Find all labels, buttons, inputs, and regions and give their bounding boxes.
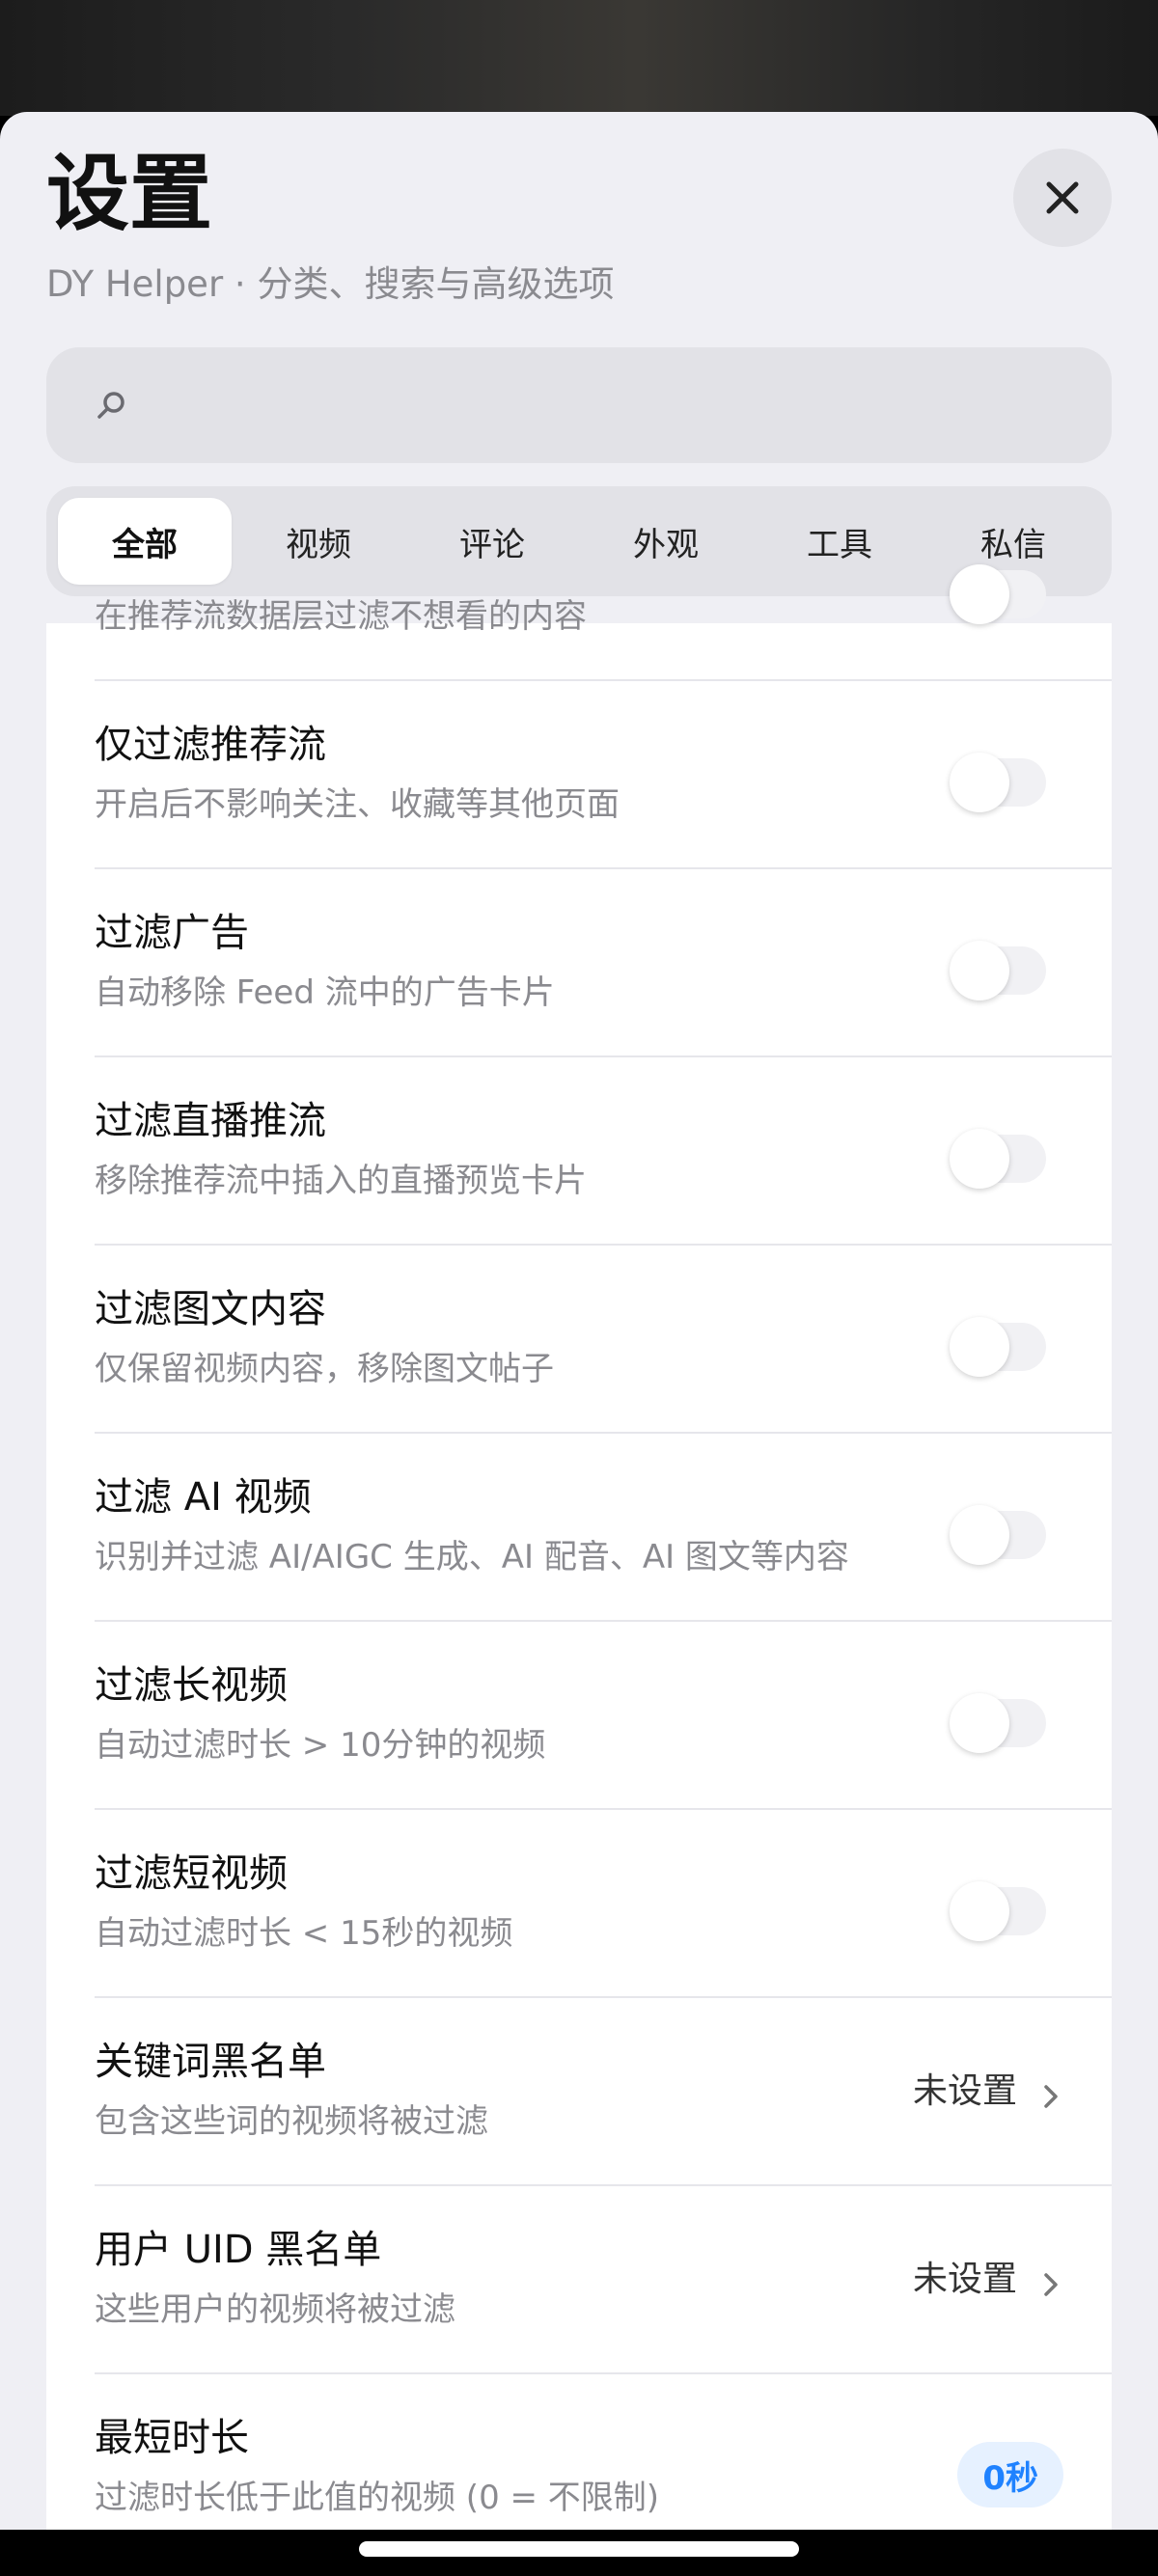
toggle-knob xyxy=(950,1317,1009,1377)
chevron-right-icon xyxy=(1044,2273,1058,2296)
setting-row: 过滤长视频自动过滤时长 > 10分钟的视频 xyxy=(46,1622,1112,1810)
search-input[interactable] xyxy=(152,367,1079,444)
setting-row: 过滤直播推流移除推荐流中插入的直播预览卡片 xyxy=(46,1057,1112,1246)
setting-row[interactable]: 关键词黑名单包含这些词的视频将被过滤 未设置 xyxy=(46,1998,1112,2186)
setting-toggle[interactable] xyxy=(950,1881,1046,1941)
toggle-knob xyxy=(950,1881,1009,1941)
setting-title: 过滤长视频 xyxy=(95,1663,288,1708)
setting-row: 过滤 AI 视频识别并过滤 AI/AIGC 生成、AI 配音、AI 图文等内容 xyxy=(46,1434,1112,1622)
toggle-knob xyxy=(950,564,1009,624)
setting-toggle[interactable] xyxy=(950,1693,1046,1753)
setting-title: 用户 UID 黑名单 xyxy=(95,2228,382,2272)
setting-value: 未设置 xyxy=(912,2260,1017,2299)
setting-row: 仅过滤推荐流开启后不影响关注、收藏等其他页面 xyxy=(46,681,1112,869)
setting-row: 在推荐流数据层过滤不想看的内容 xyxy=(46,493,1112,681)
setting-description: 自动过滤时长 < 15秒的视频 xyxy=(95,1914,513,1953)
setting-toggle[interactable] xyxy=(950,753,1046,812)
home-indicator[interactable] xyxy=(359,2541,799,2557)
toggle-knob xyxy=(950,1129,1009,1189)
page-subtitle: DY Helper · 分类、搜索与高级选项 xyxy=(46,263,615,305)
chevron-right-icon xyxy=(1044,2085,1058,2108)
setting-title: 最短时长 xyxy=(95,2416,249,2460)
setting-description: 移除推荐流中插入的直播预览卡片 xyxy=(95,1162,587,1200)
setting-title: 关键词黑名单 xyxy=(95,2040,326,2084)
navigation-bar xyxy=(0,2530,1158,2576)
duration-badge[interactable]: 0秒 xyxy=(957,2442,1063,2507)
setting-description: 识别并过滤 AI/AIGC 生成、AI 配音、AI 图文等内容 xyxy=(95,1538,849,1576)
search-icon xyxy=(97,392,124,419)
setting-description: 自动过滤时长 > 10分钟的视频 xyxy=(95,1726,546,1765)
setting-toggle[interactable] xyxy=(950,941,1046,1000)
settings-card: 在推荐流数据层过滤不想看的内容仅过滤推荐流开启后不影响关注、收藏等其他页面过滤广… xyxy=(46,564,1112,2530)
setting-description: 自动移除 Feed 流中的广告卡片 xyxy=(95,973,555,1012)
setting-toggle[interactable] xyxy=(950,1317,1046,1377)
setting-row[interactable]: 最短时长过滤时长低于此值的视频 (0 = 不限制) 0秒 xyxy=(46,2374,1112,2530)
close-button[interactable] xyxy=(1013,149,1112,247)
setting-row: 过滤广告自动移除 Feed 流中的广告卡片 xyxy=(46,869,1112,1057)
setting-value: 未设置 xyxy=(912,2071,1017,2111)
toggle-knob xyxy=(950,1505,1009,1565)
toggle-knob xyxy=(950,941,1009,1000)
page-title: 设置 xyxy=(46,146,212,242)
close-icon xyxy=(1046,181,1079,214)
setting-row: 过滤图文内容仅保留视频内容，移除图文帖子 xyxy=(46,1246,1112,1434)
toggle-knob xyxy=(950,753,1009,812)
setting-title: 过滤直播推流 xyxy=(95,1099,326,1143)
toggle-knob xyxy=(950,1693,1009,1753)
background-video xyxy=(0,0,1158,116)
setting-row[interactable]: 用户 UID 黑名单这些用户的视频将被过滤 未设置 xyxy=(46,2186,1112,2374)
setting-description: 仅保留视频内容，移除图文帖子 xyxy=(95,1350,554,1388)
setting-title: 过滤广告 xyxy=(95,911,249,955)
search-bar[interactable] xyxy=(46,347,1112,463)
setting-toggle[interactable] xyxy=(950,1129,1046,1189)
setting-title: 过滤短视频 xyxy=(95,1851,288,1896)
settings-sheet: 设置 DY Helper · 分类、搜索与高级选项 全部 视频 评论 外观 工具 私信 在… xyxy=(0,112,1158,2530)
setting-description: 包含这些词的视频将被过滤 xyxy=(95,2102,488,2141)
setting-title: 过滤图文内容 xyxy=(95,1287,326,1331)
settings-list: 在推荐流数据层过滤不想看的内容仅过滤推荐流开启后不影响关注、收藏等其他页面过滤广… xyxy=(46,493,1112,2530)
setting-row: 过滤短视频自动过滤时长 < 15秒的视频 xyxy=(46,1810,1112,1998)
setting-title: 过滤 AI 视频 xyxy=(95,1475,312,1520)
setting-toggle[interactable] xyxy=(950,564,1046,624)
setting-description: 这些用户的视频将被过滤 xyxy=(95,2290,455,2329)
setting-description: 开启后不影响关注、收藏等其他页面 xyxy=(95,785,620,824)
setting-description: 过滤时长低于此值的视频 (0 = 不限制) xyxy=(95,2479,660,2517)
setting-description: 在推荐流数据层过滤不想看的内容 xyxy=(95,597,587,636)
setting-toggle[interactable] xyxy=(950,1505,1046,1565)
setting-title: 仅过滤推荐流 xyxy=(95,723,326,767)
